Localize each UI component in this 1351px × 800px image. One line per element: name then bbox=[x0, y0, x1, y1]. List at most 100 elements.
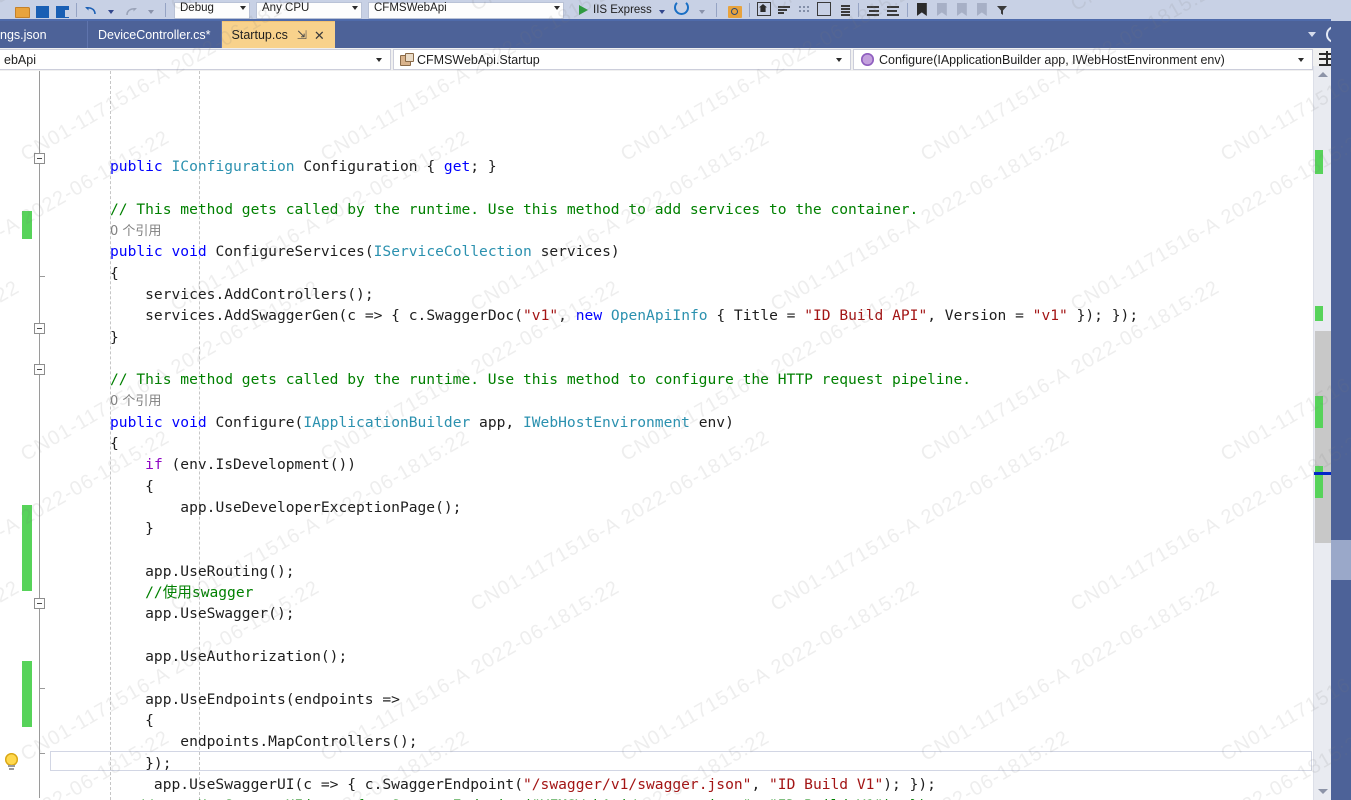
start-dropdown-icon[interactable] bbox=[652, 0, 672, 19]
code-token: if bbox=[145, 456, 163, 474]
code-token: IConfiguration bbox=[171, 158, 304, 176]
collapse-toggle-if[interactable] bbox=[34, 364, 45, 375]
code-line[interactable]: if (env.IsDevelopment()) bbox=[50, 454, 1310, 475]
code-token: (); bbox=[435, 498, 462, 516]
vertical-scrollbar[interactable] bbox=[1313, 66, 1332, 800]
code-line[interactable]: } bbox=[50, 518, 1310, 539]
code-token: "/swagger/v1/swagger.json" bbox=[522, 775, 752, 793]
open-folder-icon[interactable] bbox=[12, 0, 32, 19]
collapse-toggle-configure[interactable] bbox=[34, 323, 45, 334]
bookmark-icon[interactable] bbox=[912, 0, 932, 19]
bookmark-prev-icon[interactable] bbox=[932, 0, 952, 19]
type-scope-combo[interactable]: CFMSWebApi.Startup bbox=[393, 49, 851, 70]
lightbulb-quick-actions-icon[interactable] bbox=[3, 753, 20, 770]
redo-icon[interactable] bbox=[121, 0, 141, 19]
code-line[interactable]: { bbox=[50, 263, 1310, 284]
code-line[interactable]: //使用swagger bbox=[50, 582, 1310, 603]
toolbox-dots-icon[interactable] bbox=[794, 0, 814, 19]
code-editor[interactable]: public IConfiguration Configuration { ge… bbox=[0, 71, 1351, 800]
caret-position-marker bbox=[1314, 472, 1332, 475]
code-navigation-bar: ebApi CFMSWebApi.Startup Configure(IAppl… bbox=[0, 48, 1351, 72]
collapse-toggle-endpoints[interactable] bbox=[34, 598, 45, 609]
bookmark-next-icon[interactable] bbox=[952, 0, 972, 19]
code-line[interactable]: app.UseSwagger(); bbox=[50, 603, 1310, 624]
code-token: Configuration bbox=[303, 158, 427, 176]
code-token: UseSwagger bbox=[180, 605, 269, 623]
code-line[interactable]: services.AddSwaggerGen(c => { c.SwaggerD… bbox=[50, 305, 1310, 326]
indent-icon[interactable] bbox=[863, 0, 883, 19]
scroll-change-marker bbox=[1315, 466, 1323, 498]
home-icon[interactable] bbox=[754, 0, 774, 19]
code-line[interactable]: app.UseDeveloperExceptionPage(); bbox=[50, 497, 1310, 518]
code-line[interactable] bbox=[50, 540, 1310, 561]
find-icon[interactable] bbox=[725, 0, 745, 19]
tab-startup-cs[interactable]: Startup.cs ⇲ ✕ bbox=[221, 21, 335, 48]
code-line[interactable]: // This method gets called by the runtim… bbox=[50, 199, 1310, 220]
configuration-combo[interactable]: Debug bbox=[174, 2, 250, 19]
code-token: "v1" bbox=[1032, 307, 1068, 325]
code-line[interactable] bbox=[50, 177, 1310, 198]
startup-project-combo[interactable]: CFMSWebApi bbox=[368, 2, 564, 19]
start-debugging-label[interactable]: IIS Express bbox=[593, 4, 652, 16]
refresh-icon[interactable] bbox=[672, 0, 692, 19]
collapse-toggle-configureservices[interactable] bbox=[34, 153, 45, 164]
code-token: { Title = bbox=[707, 307, 805, 325]
chevron-down-icon[interactable] bbox=[1308, 32, 1316, 37]
current-line-highlight bbox=[50, 751, 1312, 771]
code-line[interactable]: } bbox=[50, 327, 1310, 348]
start-debugging-icon[interactable] bbox=[574, 0, 592, 19]
code-line[interactable]: public void ConfigureServices(IServiceCo… bbox=[50, 241, 1310, 262]
change-marker bbox=[22, 661, 32, 727]
filter-icon[interactable] bbox=[992, 0, 1012, 19]
code-line[interactable]: public IConfiguration Configuration { ge… bbox=[50, 156, 1310, 177]
code-line[interactable]: { bbox=[50, 433, 1310, 454]
refresh-dropdown-icon[interactable] bbox=[692, 0, 712, 19]
chevron-down-icon bbox=[1298, 57, 1304, 62]
tab-device-controller[interactable]: DeviceController.cs* bbox=[88, 21, 222, 48]
tab-appsettings-json[interactable]: ngs.json bbox=[0, 21, 88, 48]
outlining-gutter[interactable] bbox=[34, 71, 50, 800]
visual-studio-window: Debug Any CPU CFMSWebApi IIS Express ngs… bbox=[0, 0, 1351, 800]
code-line[interactable] bbox=[50, 667, 1310, 688]
list-view-icon[interactable] bbox=[834, 0, 854, 19]
member-scope-combo[interactable]: Configure(IApplicationBuilder app, IWebH… bbox=[853, 49, 1313, 70]
save-all-icon[interactable] bbox=[52, 0, 72, 19]
code-line[interactable]: endpoints.MapControllers(); bbox=[50, 731, 1310, 752]
code-line[interactable]: // This method gets called by the runtim… bbox=[50, 369, 1310, 390]
code-text-area[interactable]: public IConfiguration Configuration { ge… bbox=[50, 71, 1310, 800]
code-token: ()) bbox=[329, 456, 357, 474]
undo-icon[interactable] bbox=[81, 0, 101, 19]
code-line[interactable]: app.UseRouting(); bbox=[50, 561, 1310, 582]
code-line[interactable]: app.UseSwaggerUI(c => { c.SwaggerEndpoin… bbox=[50, 774, 1310, 795]
code-line[interactable]: { bbox=[50, 476, 1310, 497]
pin-tab-icon[interactable]: ⇲ bbox=[297, 28, 307, 42]
code-line[interactable]: app.UseEndpoints(endpoints => bbox=[50, 689, 1310, 710]
redo-dropdown-icon[interactable] bbox=[141, 0, 161, 19]
code-line[interactable]: 0 个引用 bbox=[50, 220, 1310, 241]
bookmark-clear-icon[interactable] bbox=[972, 0, 992, 19]
code-token: // This method gets called by the runtim… bbox=[110, 371, 972, 389]
outdent-icon[interactable] bbox=[883, 0, 903, 19]
code-line[interactable] bbox=[50, 625, 1310, 646]
save-icon[interactable] bbox=[32, 0, 52, 19]
code-token: }); }); bbox=[1067, 307, 1139, 325]
project-scope-combo[interactable]: ebApi bbox=[0, 49, 391, 70]
properties-icon[interactable] bbox=[774, 0, 794, 19]
method-icon bbox=[861, 53, 874, 66]
code-line[interactable]: services.AddControllers(); bbox=[50, 284, 1310, 305]
close-tab-icon[interactable]: ✕ bbox=[314, 29, 325, 42]
code-line[interactable]: app.UseAuthorization(); bbox=[50, 646, 1310, 667]
platform-combo[interactable]: Any CPU bbox=[256, 2, 362, 19]
code-line[interactable]: // app.UseSwaggerUI(c => { c.SwaggerEndp… bbox=[50, 795, 1310, 800]
member-scope-value: Configure(IApplicationBuilder app, IWebH… bbox=[879, 52, 1225, 67]
code-line[interactable]: 0 个引用 bbox=[50, 390, 1310, 411]
scroll-up-arrow-icon[interactable] bbox=[1318, 72, 1328, 77]
code-line[interactable]: { bbox=[50, 710, 1310, 731]
chevron-down-icon bbox=[836, 57, 842, 62]
vertical-scroll-thumb[interactable] bbox=[1315, 331, 1331, 543]
code-line[interactable]: public void Configure(IApplicationBuilde… bbox=[50, 412, 1310, 433]
undo-dropdown-icon[interactable] bbox=[101, 0, 121, 19]
scroll-down-arrow-icon[interactable] bbox=[1318, 789, 1328, 794]
code-line[interactable] bbox=[50, 348, 1310, 369]
window-icon[interactable] bbox=[814, 0, 834, 19]
